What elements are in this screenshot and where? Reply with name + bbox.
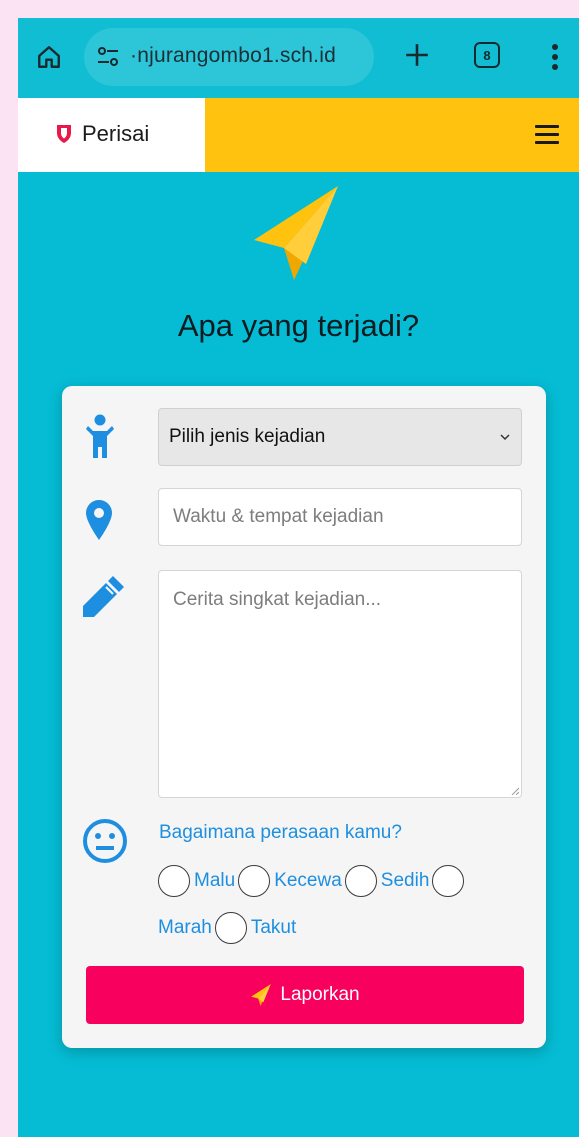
radio-label-kecewa[interactable]: Kecewa bbox=[274, 870, 342, 892]
radio-sedih[interactable] bbox=[344, 865, 377, 897]
feeling-options-row-2: Marah Takut bbox=[158, 912, 299, 944]
time-place-input[interactable]: Waktu & tempat kejadian bbox=[158, 488, 522, 546]
radio-label-takut[interactable]: Takut bbox=[251, 917, 296, 939]
browser-toolbar: ·njurangombo1.sch.id 8 bbox=[18, 18, 579, 98]
pencil-icon bbox=[82, 574, 126, 618]
site-navbar: Perisai bbox=[18, 98, 579, 172]
tab-switcher-icon[interactable]: 8 bbox=[474, 42, 500, 68]
map-marker-icon bbox=[84, 498, 114, 542]
brand-name: Perisai bbox=[82, 121, 150, 146]
child-icon bbox=[84, 414, 116, 460]
submit-button[interactable]: Laporkan bbox=[86, 966, 524, 1024]
radio-takut[interactable] bbox=[214, 912, 247, 944]
story-placeholder: Cerita singkat kejadian... bbox=[173, 589, 382, 610]
paper-plane-icon bbox=[254, 186, 338, 280]
radio-kecewa[interactable] bbox=[238, 865, 271, 897]
address-bar[interactable]: ·njurangombo1.sch.id bbox=[84, 28, 374, 86]
story-textarea[interactable]: Cerita singkat kejadian... bbox=[158, 570, 522, 798]
time-place-placeholder: Waktu & tempat kejadian bbox=[173, 506, 384, 527]
home-icon[interactable] bbox=[32, 40, 66, 74]
radio-marah[interactable] bbox=[432, 865, 465, 897]
radio-label-marah[interactable]: Marah bbox=[158, 917, 212, 939]
brand[interactable]: Perisai bbox=[18, 98, 205, 172]
feeling-question: Bagaimana perasaan kamu? bbox=[159, 822, 402, 843]
plus-icon[interactable] bbox=[400, 38, 434, 72]
tab-count: 8 bbox=[483, 47, 491, 63]
radio-malu[interactable] bbox=[158, 865, 190, 897]
phone-screen: ·njurangombo1.sch.id 8 Perisai Apa yang … bbox=[18, 18, 579, 1137]
incident-type-value: Pilih jenis kejadian bbox=[169, 426, 326, 447]
incident-type-select[interactable]: Pilih jenis kejadian bbox=[158, 408, 522, 466]
more-vert-icon[interactable] bbox=[548, 40, 562, 74]
page-title: Apa yang terjadi? bbox=[177, 308, 420, 343]
report-form-card: Pilih jenis kejadian Waktu & tempat keja… bbox=[62, 386, 546, 1048]
paper-plane-icon bbox=[251, 984, 272, 1006]
site-settings-icon[interactable] bbox=[96, 45, 120, 69]
hamburger-menu-icon[interactable] bbox=[535, 125, 559, 145]
submit-label: Laporkan bbox=[280, 984, 360, 1005]
radio-label-sedih[interactable]: Sedih bbox=[381, 870, 430, 892]
shield-icon bbox=[57, 125, 71, 143]
url-text[interactable]: ·njurangombo1.sch.id bbox=[130, 44, 336, 68]
resize-handle-icon[interactable] bbox=[511, 787, 519, 795]
feeling-options-row-1: Malu Kecewa Sedih bbox=[158, 865, 465, 897]
radio-label-malu[interactable]: Malu bbox=[194, 870, 235, 892]
neutral-face-icon bbox=[82, 818, 128, 864]
chevron-down-icon bbox=[500, 434, 510, 441]
